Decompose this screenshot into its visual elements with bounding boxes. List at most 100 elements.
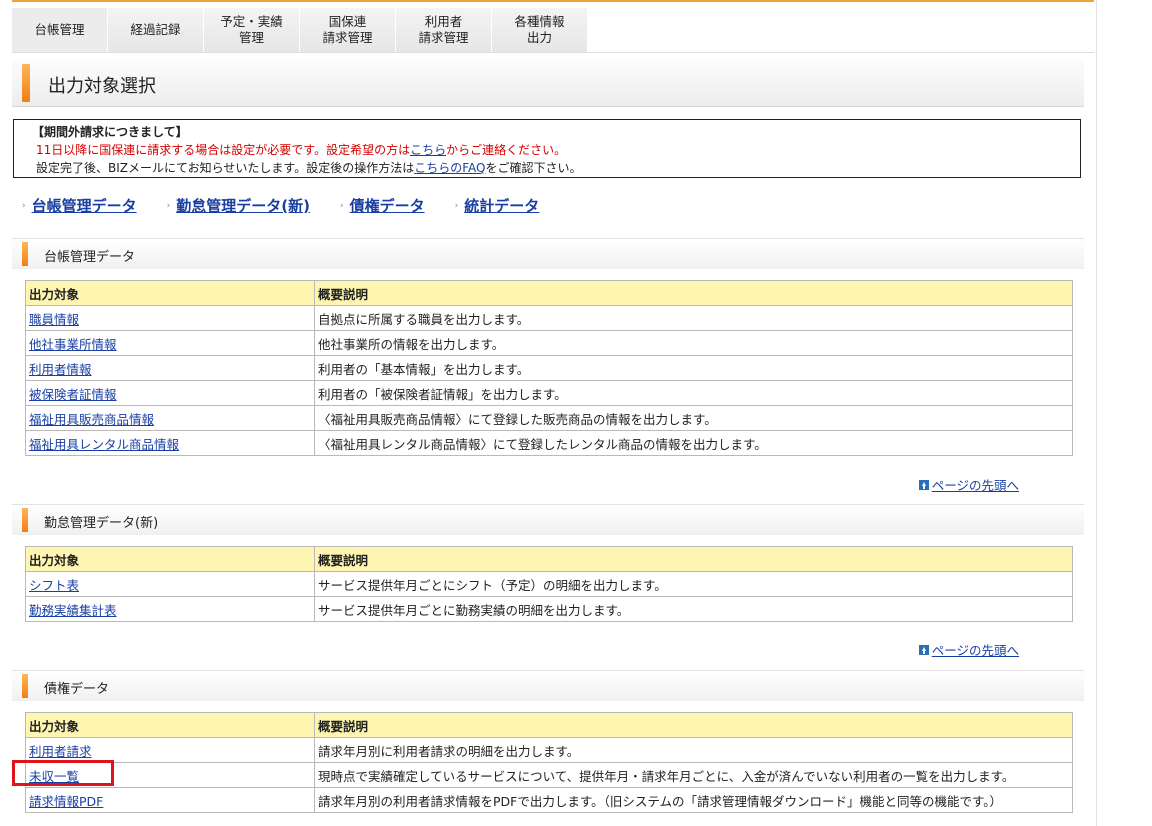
table-row: 未収一覧 現時点で実績確定しているサービスについて、提供年月・請求年月ごとに、入金… (25, 762, 1073, 788)
notice-line-2-suffix: をご確認下さい。 (485, 161, 582, 175)
notice-box: 【期間外請求につきまして】 11日以降に国保連に請求する場合は設定が必要です。設… (13, 119, 1081, 178)
column-header-description: 概要説明 (314, 546, 1073, 572)
nav-tabs: 台帳管理 経過記録 予定・実績 管理 国保連 請求管理 利用者 請求管理 各種情… (12, 8, 588, 52)
tab-info-output[interactable]: 各種情報 出力 (492, 8, 588, 52)
description-cell: 請求年月別の利用者請求情報をPDFで出力します。（旧システムの「請求管理情報ダウ… (314, 787, 1073, 813)
notice-contact-link[interactable]: こちら (410, 143, 446, 157)
back-to-top-link[interactable]: ページの先頭へ (932, 475, 1019, 494)
section-title: 台帳管理データ (44, 250, 136, 265)
target-cell: 未収一覧 (25, 762, 315, 788)
description-cell: サービス提供年月ごとに勤務実績の明細を出力します。 (314, 596, 1073, 622)
tab-kokuho-billing[interactable]: 国保連 請求管理 (300, 8, 396, 52)
section-accent-bar (22, 674, 28, 698)
arrow-up-icon (918, 644, 929, 655)
section-header-ledger: 台帳管理データ (12, 238, 1084, 269)
section-header-attendance: 勤怠管理データ(新) (12, 504, 1084, 535)
tab-schedule-actual[interactable]: 予定・実績 管理 (204, 8, 300, 52)
output-link-user-info[interactable]: 利用者情報 (29, 362, 92, 377)
output-link-user-billing[interactable]: 利用者請求 (29, 744, 92, 759)
arrow-right-icon: › (339, 200, 344, 211)
quicklink-item: › 統計データ (455, 195, 540, 216)
table-row: 他社事業所情報 他社事業所の情報を出力します。 (25, 330, 1073, 356)
target-cell: 請求情報PDF (25, 787, 315, 813)
title-accent-bar (22, 64, 30, 102)
back-to-top: ページの先頭へ (918, 640, 1019, 659)
section-title: 債権データ (44, 682, 110, 697)
target-cell: 職員情報 (25, 305, 315, 331)
tab-ledger-management[interactable]: 台帳管理 (12, 8, 108, 52)
output-link-shift-table[interactable]: シフト表 (29, 578, 79, 593)
output-link-welfare-sales-items[interactable]: 福祉用具販売商品情報 (29, 412, 154, 427)
quicklink-statistics-data[interactable]: 統計データ (464, 195, 539, 216)
section-accent-bar (22, 508, 28, 532)
column-header-target: 出力対象 (25, 712, 315, 738)
table-header-row: 出力対象 概要説明 (25, 712, 1073, 738)
arrow-right-icon: › (454, 200, 459, 211)
notice-line-2-text: 設定完了後、BIZメールにてお知らせいたします。設定後の操作方法は (36, 161, 415, 175)
output-link-other-office-info[interactable]: 他社事業所情報 (29, 337, 117, 352)
description-cell: 〈福祉用具レンタル商品情報〉にて登録したレンタル商品の情報を出力します。 (314, 430, 1073, 456)
arrow-right-icon: › (166, 200, 171, 211)
table-header-row: 出力対象 概要説明 (25, 546, 1073, 572)
section-quicklinks: › 台帳管理データ › 勤怠管理データ(新) › 債権データ › 統計データ (22, 195, 569, 216)
table-row: 請求情報PDF 請求年月別の利用者請求情報をPDFで出力します。（旧システムの「請… (25, 787, 1073, 813)
description-cell: 自拠点に所属する職員を出力します。 (314, 305, 1073, 331)
table-row: 利用者情報 利用者の「基本情報」を出力します。 (25, 355, 1073, 381)
receivables-data-table: 出力対象 概要説明 利用者請求 請求年月別に利用者請求の明細を出力します。 未収一… (25, 712, 1073, 813)
quicklink-item: › 勤怠管理データ(新) (167, 195, 310, 216)
description-cell: 利用者の「基本情報」を出力します。 (314, 355, 1073, 381)
quicklink-item: › 台帳管理データ (22, 195, 137, 216)
target-cell: 福祉用具レンタル商品情報 (25, 430, 315, 456)
nav-divider (12, 52, 1094, 53)
output-link-work-summary[interactable]: 勤務実績集計表 (29, 603, 117, 618)
output-link-welfare-rental-items[interactable]: 福祉用具レンタル商品情報 (29, 437, 179, 452)
tab-user-billing[interactable]: 利用者 請求管理 (396, 8, 492, 52)
arrow-up-icon (918, 479, 929, 490)
description-cell: 他社事業所の情報を出力します。 (314, 330, 1073, 356)
column-header-description: 概要説明 (314, 280, 1073, 306)
target-cell: 勤務実績集計表 (25, 596, 315, 622)
output-link-insured-cert-info[interactable]: 被保険者証情報 (29, 387, 117, 402)
notice-line-1: 11日以降に国保連に請求する場合は設定が必要です。設定希望の方はこちらからご連絡… (36, 141, 1080, 159)
section-accent-bar (22, 242, 28, 266)
top-nav: 台帳管理 経過記録 予定・実績 管理 国保連 請求管理 利用者 請求管理 各種情… (12, 0, 1094, 54)
section-header-receivables: 債権データ (12, 670, 1084, 701)
ledger-data-table: 出力対象 概要説明 職員情報 自拠点に所属する職員を出力します。 他社事業所情報他… (25, 280, 1073, 456)
page-title: 出力対象選択 (48, 76, 156, 97)
section-title: 勤怠管理データ(新) (44, 516, 159, 531)
description-cell: 請求年月別に利用者請求の明細を出力します。 (314, 737, 1073, 763)
notice-faq-link[interactable]: こちらのFAQ (414, 161, 485, 175)
notice-line-1-text: 11日以降に国保連に請求する場合は設定が必要です。設定希望の方は (36, 143, 411, 157)
column-header-description: 概要説明 (314, 712, 1073, 738)
notice-line-2: 設定完了後、BIZメールにてお知らせいたします。設定後の操作方法はこちらのFAQ… (36, 159, 1080, 177)
quicklink-item: › 債権データ (340, 195, 425, 216)
page: 台帳管理 経過記録 予定・実績 管理 国保連 請求管理 利用者 請求管理 各種情… (0, 0, 1097, 826)
page-title-bar: 出力対象選択 (12, 60, 1084, 107)
target-cell: シフト表 (25, 571, 315, 597)
target-cell: 利用者情報 (25, 355, 315, 381)
table-row: 職員情報 自拠点に所属する職員を出力します。 (25, 305, 1073, 331)
tab-progress-records[interactable]: 経過記録 (108, 8, 204, 52)
back-to-top: ページの先頭へ (918, 475, 1019, 494)
table-row: 福祉用具レンタル商品情報 〈福祉用具レンタル商品情報〉にて登録したレンタル商品の情… (25, 430, 1073, 456)
target-cell: 他社事業所情報 (25, 330, 315, 356)
arrow-right-icon: › (22, 200, 26, 211)
attendance-data-table: 出力対象 概要説明 シフト表 サービス提供年月ごとにシフト（予定）の明細を出力しま… (25, 546, 1073, 622)
target-cell: 被保険者証情報 (25, 380, 315, 406)
output-link-billing-pdf[interactable]: 請求情報PDF (29, 794, 103, 809)
quicklink-attendance-data[interactable]: 勤怠管理データ(新) (176, 195, 310, 216)
table-row: 利用者請求 請求年月別に利用者請求の明細を出力します。 (25, 737, 1073, 763)
back-to-top-link[interactable]: ページの先頭へ (932, 640, 1019, 659)
table-header-row: 出力対象 概要説明 (25, 280, 1073, 306)
quicklink-ledger-data[interactable]: 台帳管理データ (32, 195, 137, 216)
output-link-uncollected-list[interactable]: 未収一覧 (29, 769, 79, 784)
description-cell: サービス提供年月ごとにシフト（予定）の明細を出力します。 (314, 571, 1073, 597)
description-cell: 現時点で実績確定しているサービスについて、提供年月・請求年月ごとに、入金が済んで… (314, 762, 1073, 788)
notice-line-1-suffix: からご連絡ください。 (446, 143, 567, 157)
target-cell: 利用者請求 (25, 737, 315, 763)
table-row: シフト表 サービス提供年月ごとにシフト（予定）の明細を出力します。 (25, 571, 1073, 597)
output-link-staff-info[interactable]: 職員情報 (29, 312, 79, 327)
quicklink-receivables-data[interactable]: 債権データ (350, 195, 425, 216)
description-cell: 利用者の「被保険者証情報」を出力します。 (314, 380, 1073, 406)
column-header-target: 出力対象 (25, 546, 315, 572)
